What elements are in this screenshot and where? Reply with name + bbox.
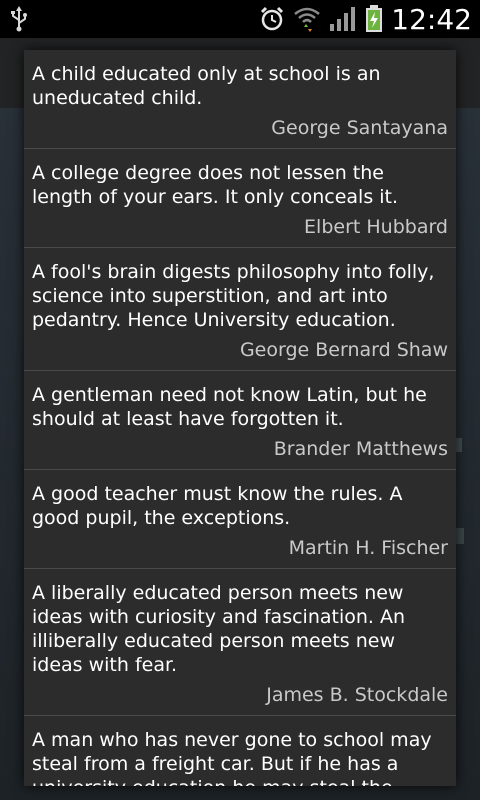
background-glyph (456, 438, 462, 452)
screen: 12:42 A child educated only at school is… (0, 0, 480, 800)
quote-author: George Santayana (271, 117, 448, 139)
status-bar: 12:42 (0, 0, 480, 38)
list-item[interactable]: A liberally educated person meets new id… (24, 569, 456, 716)
quote-author: Martin H. Fischer (288, 537, 448, 559)
quote-author: Brander Matthews (273, 438, 448, 460)
list-item[interactable]: A fool's brain digests philosophy into f… (24, 248, 456, 371)
quote-text: A child educated only at school is an un… (32, 63, 381, 109)
wifi-icon (294, 7, 321, 32)
usb-icon (11, 6, 27, 32)
quote-text: A college degree does not lessen the len… (32, 162, 399, 208)
alarm-icon (261, 6, 284, 31)
quote-text: A fool's brain digests philosophy into f… (32, 261, 435, 331)
battery-charging-icon (366, 5, 383, 32)
quote-text: A good teacher must know the rules. A go… (32, 483, 403, 529)
list-item[interactable]: A man who has never gone to school may s… (24, 716, 456, 786)
quote-author: James B. Stockdale (266, 684, 448, 706)
background-glyph (456, 528, 464, 544)
list-item[interactable]: A college degree does not lessen the len… (24, 149, 456, 248)
quote-text: A gentleman need not know Latin, but he … (32, 384, 427, 430)
list-item[interactable]: A gentleman need not know Latin, but he … (24, 371, 456, 470)
list-item[interactable]: A good teacher must know the rules. A go… (24, 470, 456, 569)
quote-author: Elbert Hubbard (304, 216, 448, 238)
quotes-list-dialog[interactable]: A child educated only at school is an un… (24, 50, 456, 786)
quote-author: George Bernard Shaw (239, 339, 448, 361)
quote-text: A liberally educated person meets new id… (32, 582, 406, 676)
status-icons: 12:42 (251, 2, 472, 36)
list-item[interactable]: A child educated only at school is an un… (24, 50, 456, 149)
signal-icon (330, 7, 356, 31)
quote-text: A man who has never gone to school may s… (32, 729, 432, 786)
clock: 12:42 (391, 2, 472, 36)
